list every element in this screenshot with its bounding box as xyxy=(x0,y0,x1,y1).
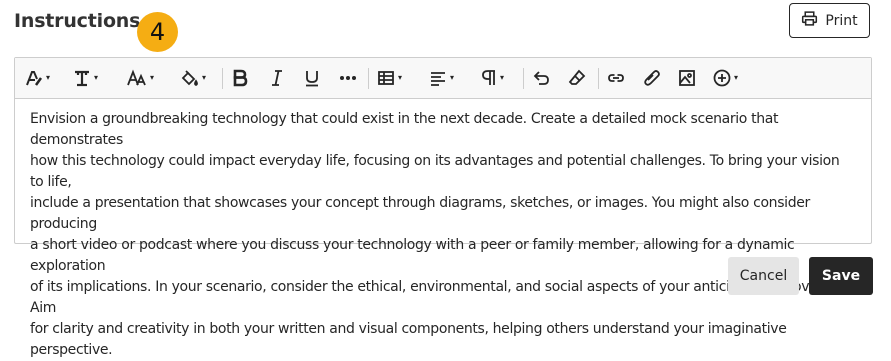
text-style-button[interactable]: ▾ xyxy=(25,66,50,90)
page-title: Instructions xyxy=(14,10,141,32)
align-icon xyxy=(429,69,447,87)
save-button[interactable]: Save xyxy=(809,257,873,295)
paragraph-format-button[interactable]: ▾ xyxy=(73,66,98,90)
chevron-down-icon: ▾ xyxy=(500,73,505,82)
toolbar-divider xyxy=(523,68,524,89)
chevron-down-icon: ▾ xyxy=(398,73,403,82)
chevron-down-icon: ▾ xyxy=(450,73,455,82)
table-button[interactable]: ▾ xyxy=(377,66,402,90)
toolbar-divider xyxy=(368,68,369,89)
content-line: include a presentation that showcases yo… xyxy=(30,195,810,232)
editor-content[interactable]: Envision a groundbreaking technology tha… xyxy=(15,99,871,361)
insert-link-button[interactable] xyxy=(607,66,625,90)
eraser-icon xyxy=(568,69,586,87)
align-button[interactable]: ▾ xyxy=(429,66,454,90)
table-icon xyxy=(377,69,395,87)
chevron-down-icon: ▾ xyxy=(150,73,155,82)
underline-button[interactable] xyxy=(304,66,320,90)
toolbar-divider xyxy=(598,68,599,89)
printer-icon xyxy=(801,10,818,31)
clear-formatting-button[interactable] xyxy=(568,66,586,90)
italic-icon xyxy=(269,69,285,87)
text-color-button[interactable]: ▾ xyxy=(179,66,206,90)
bold-button[interactable] xyxy=(231,66,249,90)
underline-icon xyxy=(304,69,320,87)
font-size-icon xyxy=(127,69,147,87)
image-icon xyxy=(678,69,696,87)
chevron-down-icon: ▾ xyxy=(46,73,51,82)
bold-icon xyxy=(231,69,249,87)
print-label: Print xyxy=(825,12,858,29)
more-formatting-button[interactable] xyxy=(339,66,357,90)
attach-file-button[interactable] xyxy=(643,66,661,90)
attachment-icon xyxy=(643,69,661,87)
paragraph-mark-icon xyxy=(481,69,497,87)
text-color-icon xyxy=(179,69,199,87)
editor-toolbar: ▾ ▾ ▾ ▾ ▾ ▾ ▾ ▾ xyxy=(15,58,871,99)
toolbar-divider xyxy=(222,68,223,89)
rich-text-editor: ▾ ▾ ▾ ▾ ▾ ▾ ▾ ▾ Envision a groundbreakin… xyxy=(14,57,872,358)
content-line: for clarity and creativity in both your … xyxy=(30,321,787,358)
paragraph-button[interactable]: ▾ xyxy=(481,66,504,90)
more-icon xyxy=(339,69,357,87)
step-badge: 4 xyxy=(137,12,178,52)
italic-button[interactable] xyxy=(269,66,285,90)
insert-image-button[interactable] xyxy=(678,66,696,90)
insert-content-button[interactable]: ▾ xyxy=(713,66,738,90)
insert-content-icon xyxy=(713,69,731,87)
cancel-button[interactable]: Cancel xyxy=(728,257,799,295)
font-size-button[interactable]: ▾ xyxy=(127,66,154,90)
link-icon xyxy=(607,69,625,87)
chevron-down-icon: ▾ xyxy=(94,73,99,82)
content-line: how this technology could impact everyda… xyxy=(30,153,840,190)
undo-button[interactable] xyxy=(533,66,551,90)
paragraph-format-icon xyxy=(73,69,91,87)
undo-icon xyxy=(533,69,551,87)
chevron-down-icon: ▾ xyxy=(202,73,207,82)
text-style-icon xyxy=(25,69,43,87)
content-line: Envision a groundbreaking technology tha… xyxy=(30,111,779,148)
chevron-down-icon: ▾ xyxy=(734,73,739,82)
print-button[interactable]: Print xyxy=(789,3,870,38)
